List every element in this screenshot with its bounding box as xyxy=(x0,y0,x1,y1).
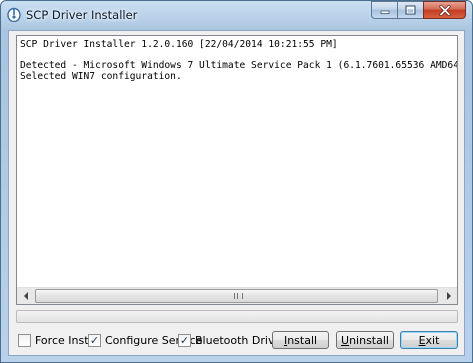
maximize-button[interactable] xyxy=(397,1,423,19)
grip-icon xyxy=(234,293,243,299)
exit-label: xit xyxy=(425,333,440,347)
exit-button[interactable]: Exit xyxy=(400,331,458,349)
minimize-button[interactable] xyxy=(371,1,397,19)
bluetooth-driver-checkbox[interactable]: ✓ xyxy=(178,333,191,347)
install-label: nstall xyxy=(287,333,318,347)
log-line: Detected - Microsoft Windows 7 Ultimate … xyxy=(20,60,458,71)
uninstall-button[interactable]: Uninstall xyxy=(336,331,394,349)
minimize-icon xyxy=(380,10,389,14)
scp-app-icon xyxy=(7,7,21,22)
arrow-right-icon xyxy=(446,292,451,300)
force-install-checkbox[interactable] xyxy=(18,333,31,347)
scroll-right-button[interactable] xyxy=(440,288,457,304)
install-button[interactable]: Install xyxy=(272,331,329,349)
bluetooth-driver-option[interactable]: ✓ Bluetooth Driver xyxy=(178,332,286,348)
title-bar[interactable]: SCP Driver Installer xyxy=(1,1,472,29)
checkmark-icon: ✓ xyxy=(89,333,100,347)
caption-buttons xyxy=(371,1,466,20)
arrow-left-icon xyxy=(23,292,28,300)
log-line: Selected WIN7 configuration. xyxy=(20,70,182,82)
progress-bar xyxy=(16,310,458,323)
client-area: SCP Driver Installer 1.2.0.160 [22/04/20… xyxy=(8,30,465,356)
horizontal-scrollbar[interactable] xyxy=(17,287,457,304)
log-text: SCP Driver Installer 1.2.0.160 [22/04/20… xyxy=(20,39,458,82)
scroll-left-button[interactable] xyxy=(17,288,34,304)
window-title: SCP Driver Installer xyxy=(26,8,138,22)
maximize-icon xyxy=(405,5,416,15)
log-line: SCP Driver Installer 1.2.0.160 [22/04/20… xyxy=(20,39,338,50)
close-button[interactable] xyxy=(423,1,466,19)
uninstall-mnemonic: U xyxy=(341,333,350,347)
scroll-thumb[interactable] xyxy=(35,289,438,303)
exit-mnemonic: E xyxy=(418,333,426,347)
log-output[interactable]: SCP Driver Installer 1.2.0.160 [22/04/20… xyxy=(16,35,458,305)
checkmark-icon: ✓ xyxy=(179,333,190,347)
close-icon xyxy=(438,4,451,16)
uninstall-label: ninstall xyxy=(349,333,389,347)
configure-service-checkbox[interactable]: ✓ xyxy=(88,333,101,347)
app-window: SCP Driver Installer SCP Driver Installe… xyxy=(0,0,473,363)
